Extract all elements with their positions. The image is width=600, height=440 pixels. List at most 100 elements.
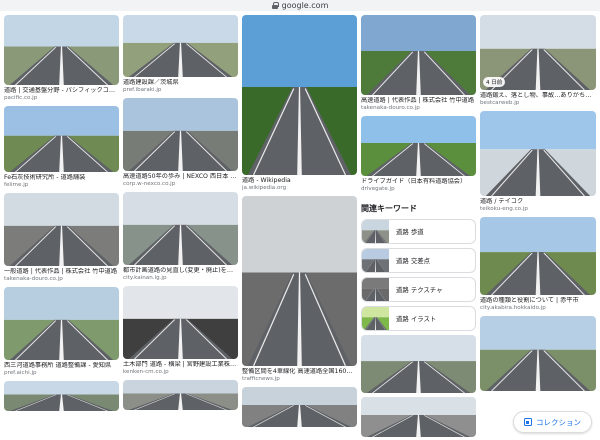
result-source: kenken-cm.co.jp <box>123 369 169 375</box>
chip-thumbnail <box>362 249 389 272</box>
image-result[interactable] <box>480 316 596 391</box>
image-result[interactable]: 道路 | 交通基盤分野 - パシフィックコンサ... pacific.co.jp <box>4 15 119 102</box>
road-photo <box>361 116 476 176</box>
related-keywords-heading: 関連キーワード <box>361 204 417 213</box>
result-thumbnail[interactable] <box>242 196 357 366</box>
road-photo <box>242 15 357 175</box>
result-source: pref.ibaraki.jp <box>123 87 162 93</box>
result-title[interactable]: 都市計画道路の見直し(変更・廃止)を行い... <box>123 267 238 275</box>
road-photo <box>123 286 238 359</box>
result-thumbnail[interactable] <box>361 335 476 393</box>
image-result[interactable] <box>361 335 476 393</box>
result-source: city.akabira.hokkaido.jp <box>480 305 546 311</box>
image-result[interactable] <box>361 397 476 437</box>
road-photo <box>362 278 389 301</box>
chip-thumbnail <box>362 220 389 243</box>
image-result[interactable] <box>242 387 357 427</box>
road-photo <box>361 397 476 437</box>
result-title[interactable]: 道路の種類と役割について | 赤平市 <box>480 297 596 305</box>
chip-label: 道路 交差点 <box>396 257 430 265</box>
road-photo <box>4 106 119 172</box>
result-thumbnail[interactable] <box>361 15 476 95</box>
result-title[interactable]: 道路鍛え、落とし物、事故…ありがちトラ... <box>480 92 596 100</box>
image-result[interactable]: 道路建設課／茨城県 pref.ibaraki.jp <box>123 15 238 94</box>
result-thumbnail[interactable] <box>361 397 476 437</box>
result-title[interactable]: Fe石灰技術研究所 - 道路舗装 <box>4 174 119 182</box>
chip-label: 道路 テクスチャ <box>396 286 443 294</box>
bookmark-icon <box>524 418 532 426</box>
result-source: trafficnews.jp <box>242 376 280 382</box>
result-source: felime.jp <box>4 182 29 188</box>
chip-label: 道路 歩道 <box>396 228 424 236</box>
result-source: pacific.co.jp <box>4 95 38 101</box>
road-photo <box>123 15 238 77</box>
road-photo <box>242 387 357 427</box>
road-photo <box>362 307 389 330</box>
result-thumbnail[interactable] <box>123 15 238 77</box>
result-thumbnail[interactable] <box>242 15 357 175</box>
image-result[interactable]: 西三河道路事務所 道路整備課 - 愛知県 pref.aichi.jp <box>4 287 119 377</box>
result-source: corp.w-nexco.co.jp <box>123 181 176 187</box>
image-result[interactable]: 4 日前 道路鍛え、落とし物、事故…ありがちトラ... bestcarweb.jp <box>480 15 596 107</box>
result-title[interactable]: ドライブガイド（日本有料道路協会） <box>361 178 476 186</box>
result-title[interactable]: 道路 - Wikipedia <box>242 177 357 185</box>
image-result[interactable]: ドライブガイド（日本有料道路協会） drivegate.jp <box>361 116 476 193</box>
chip-thumbnail <box>362 278 389 301</box>
result-thumbnail[interactable] <box>4 15 119 85</box>
results-column-4: 高速道路 | 代表作品 | 株式会社 竹中道路 takenaka-douro.co… <box>361 15 476 440</box>
result-title[interactable]: 土木部門 道路 - 横梁 | 宮野建設工業株式... <box>123 361 238 369</box>
result-title[interactable]: 高速道路50年の歩み | NEXCO 西日本 企業... <box>123 173 238 181</box>
image-result[interactable] <box>123 380 238 410</box>
results-column-3: 道路 - Wikipedia ja.wikipedia.org 整備区間を4車線化 … <box>242 15 357 431</box>
result-thumbnail[interactable] <box>123 192 238 265</box>
collection-button[interactable]: コレクション <box>513 411 592 433</box>
result-thumbnail[interactable] <box>4 381 119 411</box>
related-keyword-chip[interactable]: 道路 テクスチャ <box>361 277 476 302</box>
result-title[interactable]: 高速道路 | 代表作品 | 株式会社 竹中道路 <box>361 97 476 105</box>
result-thumbnail[interactable] <box>480 217 596 295</box>
result-thumbnail[interactable]: 4 日前 <box>480 15 596 90</box>
road-photo <box>361 15 476 95</box>
result-title[interactable]: 西三河道路事務所 道路整備課 - 愛知県 <box>4 362 119 370</box>
result-thumbnail[interactable] <box>123 98 238 171</box>
result-thumbnail[interactable] <box>4 287 119 360</box>
result-title[interactable]: 一般道路 | 代表作品 | 株式会社 竹中道路 <box>4 268 119 276</box>
address-bar[interactable]: google.com <box>0 0 600 11</box>
result-thumbnail[interactable] <box>123 286 238 359</box>
result-thumbnail[interactable] <box>480 111 596 196</box>
road-photo <box>4 193 119 266</box>
image-result[interactable]: 高速道路50年の歩み | NEXCO 西日本 企業... corp.w-nexco… <box>123 98 238 188</box>
result-thumbnail[interactable] <box>4 193 119 266</box>
related-keyword-chip[interactable]: 道路 イラスト <box>361 306 476 331</box>
image-result[interactable] <box>4 381 119 411</box>
road-photo <box>480 316 596 391</box>
result-source: teikoku-eng.co.jp <box>480 206 528 212</box>
result-thumbnail[interactable] <box>4 106 119 172</box>
image-result[interactable]: 高速道路 | 代表作品 | 株式会社 竹中道路 takenaka-douro.co… <box>361 15 476 112</box>
result-title[interactable]: 道路 | 交通基盤分野 - パシフィックコンサ... <box>4 87 119 95</box>
image-result[interactable]: Fe石灰技術研究所 - 道路舗装 felime.jp <box>4 106 119 189</box>
result-source: drivegate.jp <box>361 186 395 192</box>
result-title[interactable]: 道路建設課／茨城県 <box>123 79 238 87</box>
results-column-2: 道路建設課／茨城県 pref.ibaraki.jp 高速道路50年の歩み | NEX… <box>123 15 238 414</box>
road-photo <box>362 220 389 243</box>
image-result[interactable]: 整備区間を4車線化 高速道路全国160か所... trafficnews.jp <box>242 196 357 383</box>
image-result[interactable]: 土木部門 道路 - 横梁 | 宮野建設工業株式... kenken-cm.co.j… <box>123 286 238 376</box>
image-result[interactable]: 一般道路 | 代表作品 | 株式会社 竹中道路 takenaka-douro.co… <box>4 193 119 283</box>
road-photo <box>4 287 119 360</box>
related-keyword-chip[interactable]: 道路 歩道 <box>361 219 476 244</box>
result-thumbnail[interactable] <box>123 380 238 410</box>
related-keyword-chip[interactable]: 道路 交差点 <box>361 248 476 273</box>
result-thumbnail[interactable] <box>361 116 476 176</box>
image-result[interactable]: 都市計画道路の見直し(変更・廃止)を行い... city.kainan.lg.jp <box>123 192 238 282</box>
result-title[interactable]: 道路 / テイコク <box>480 198 596 206</box>
image-results-grid: 道路 | 交通基盤分野 - パシフィックコンサ... pacific.co.jp F… <box>0 11 600 440</box>
results-column-5: 4 日前 道路鍛え、落とし物、事故…ありがちトラ... bestcarweb.jp 道… <box>480 15 596 395</box>
image-result[interactable]: 道路の種類と役割について | 赤平市 city.akabira.hokkaido.… <box>480 217 596 312</box>
result-thumbnail[interactable] <box>242 387 357 427</box>
image-result[interactable]: 道路 - Wikipedia ja.wikipedia.org <box>242 15 357 192</box>
result-thumbnail[interactable] <box>480 316 596 391</box>
image-result[interactable]: 道路 / テイコク teikoku-eng.co.jp <box>480 111 596 213</box>
result-title[interactable]: 整備区間を4車線化 高速道路全国160か所... <box>242 368 357 376</box>
road-photo <box>123 98 238 171</box>
